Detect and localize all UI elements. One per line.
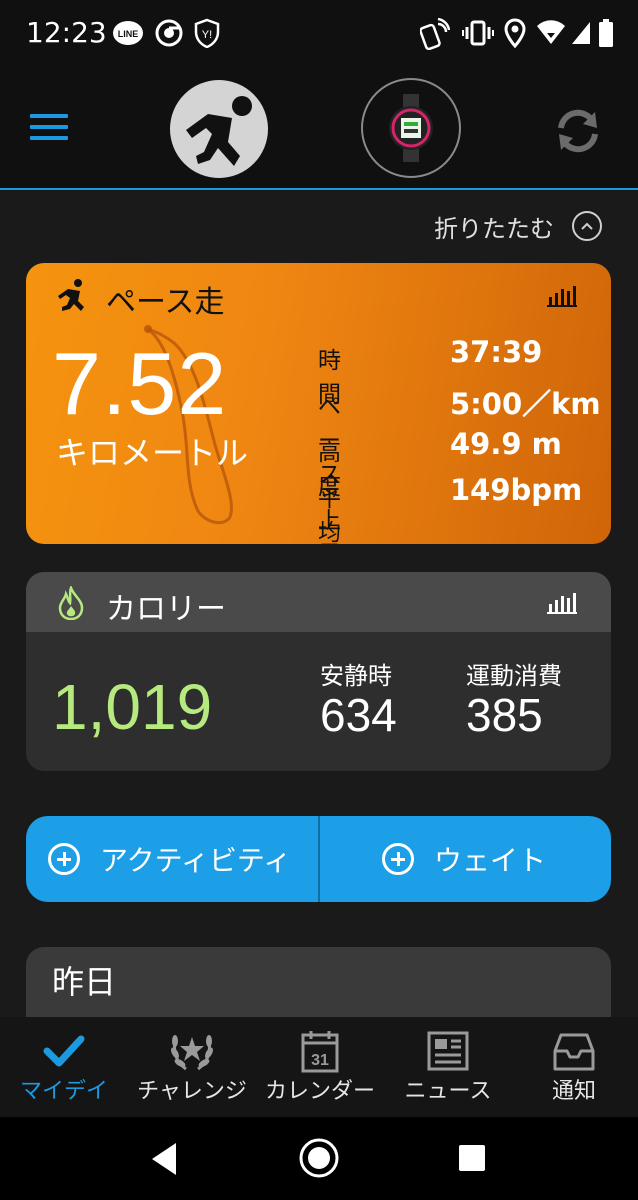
nav-label: カレンダー [264, 1079, 376, 1104]
location-icon [504, 18, 526, 48]
news-icon [427, 1031, 469, 1071]
sync-icon[interactable] [553, 106, 603, 156]
wifi-icon [537, 20, 565, 44]
nav-news[interactable]: ニュース [384, 1017, 512, 1117]
watch-icon [389, 94, 433, 162]
svg-text:Y!: Y! [202, 29, 212, 41]
bar-chart-icon[interactable] [547, 285, 577, 307]
activity-distance: 7.52 [52, 334, 228, 433]
activity-title: ペース走 [106, 285, 225, 320]
calories-title: カロリー [106, 592, 226, 627]
activity-card[interactable]: ペース走 7.52 キロメートル 時間 37:39 ペース 5:00／km 高度… [26, 263, 611, 544]
system-navigation-bar [0, 1117, 638, 1200]
bottom-nav: マイデイ チャレンジ 31 カレンダー ニュース 通知 [0, 1017, 638, 1117]
status-time: 12:23 [26, 16, 107, 49]
hamburger-icon[interactable] [30, 114, 68, 144]
resting-calories-value: 634 [320, 689, 397, 741]
recents-icon[interactable] [457, 1143, 487, 1173]
active-calories-label: 運動消費 [466, 662, 562, 690]
stat-label: 平均心拍 [318, 486, 341, 544]
signal-icon [572, 22, 590, 44]
stat-value: 49.9 m [450, 427, 562, 461]
add-activity-label: アクティビティ [100, 844, 292, 877]
nav-my-day[interactable]: マイデイ [0, 1017, 128, 1117]
nav-challenges[interactable]: チャレンジ [128, 1017, 256, 1117]
nav-notifications[interactable]: 通知 [510, 1017, 638, 1117]
nav-label: 通知 [551, 1079, 597, 1104]
calories-header: カロリー [26, 572, 611, 632]
activity-distance-unit: キロメートル [56, 434, 249, 472]
home-icon[interactable] [298, 1137, 340, 1179]
nav-label: マイデイ [19, 1079, 109, 1104]
nav-label: チャレンジ [137, 1079, 247, 1104]
back-icon[interactable] [148, 1141, 180, 1177]
running-icon [58, 279, 84, 311]
app-header [0, 68, 638, 190]
laurel-icon [171, 1035, 213, 1071]
inbox-icon [553, 1033, 595, 1071]
add-weight-label: ウェイト [434, 844, 547, 877]
line-icon: LINE [113, 21, 143, 45]
device-button[interactable] [361, 78, 461, 178]
calories-total: 1,019 [52, 671, 213, 743]
nav-label: ニュース [404, 1079, 492, 1104]
svg-text:LINE: LINE [118, 29, 139, 39]
stat-value: 37:39 [450, 335, 543, 369]
add-weight-button[interactable]: ウェイト [382, 816, 546, 902]
stat-value: 149bpm [450, 473, 583, 507]
collapse-toggle[interactable]: 折りたたむ [434, 204, 602, 248]
status-bar: 12:23 LINE Y! [0, 0, 638, 68]
yahoo-shield-icon: Y! [194, 18, 220, 48]
nav-calendar[interactable]: 31 カレンダー [256, 1017, 384, 1117]
yesterday-title: 昨日 [52, 963, 117, 1001]
collapse-label: 折りたたむ [434, 214, 554, 243]
resting-calories-label: 安静時 [320, 662, 392, 690]
calories-card[interactable]: カロリー 1,019 安静時 634 運動消費 385 [26, 572, 611, 771]
stat-value: 5:00／km [450, 387, 601, 421]
add-activity-button[interactable]: アクティビティ [48, 816, 291, 902]
battery-icon [599, 19, 613, 47]
calendar-day: 31 [311, 1052, 329, 1069]
flame-icon [58, 586, 84, 620]
plus-circle-icon [382, 843, 414, 875]
chevron-up-icon [572, 211, 602, 241]
avatar[interactable] [170, 80, 268, 178]
active-calories-value: 385 [466, 689, 543, 741]
running-person-icon [186, 96, 252, 166]
nfc-icon [420, 18, 450, 50]
bar-chart-icon[interactable] [547, 592, 577, 614]
vibrate-icon [462, 20, 494, 46]
check-icon [43, 1035, 85, 1067]
plus-circle-icon [48, 843, 80, 875]
calendar-icon: 31 [301, 1031, 339, 1073]
divider [318, 816, 320, 902]
add-button-bar: アクティビティ ウェイト [26, 816, 611, 902]
chrome-icon [155, 19, 183, 47]
